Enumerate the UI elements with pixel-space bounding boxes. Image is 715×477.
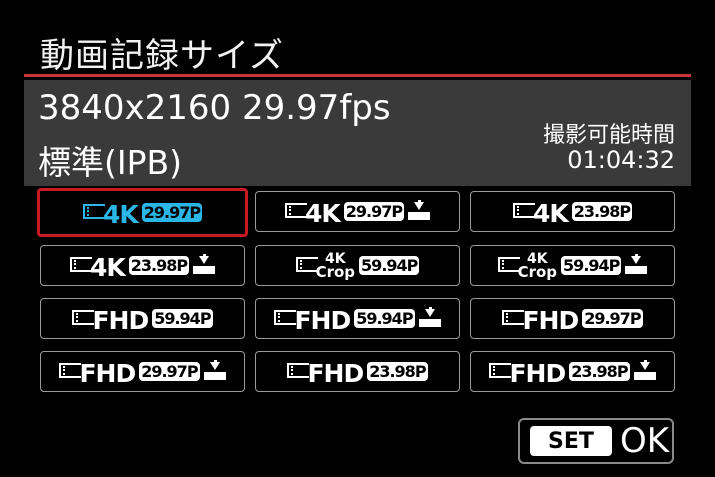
size-option-8[interactable]: FHD 29.97P <box>470 298 675 339</box>
size-label: FHD <box>294 306 351 335</box>
remaining-time-label: 撮影可能時間 <box>542 123 675 148</box>
size-option-9[interactable]: FHD 29.97P <box>40 351 245 392</box>
fps-badge: 23.98P <box>569 361 630 382</box>
size-option-6[interactable]: FHD 59.94P <box>40 298 245 339</box>
size-option-3[interactable]: 4K 23.98P <box>40 245 245 286</box>
movie-frame-icon <box>295 256 322 276</box>
size-label: FHD <box>307 359 364 388</box>
remaining-time-value: 01:04:32 <box>567 146 675 174</box>
download-tray-icon <box>633 359 656 382</box>
fps-badge: 29.97P <box>343 201 405 222</box>
fps-badge: 59.94P <box>152 308 213 329</box>
set-badge: SET <box>530 426 612 456</box>
download-tray-icon <box>625 253 648 276</box>
fps-badge: 59.94P <box>561 255 622 276</box>
movie-frame-icon <box>274 309 300 329</box>
set-ok-button[interactable]: SET OK <box>518 418 674 464</box>
size-label: FHD <box>522 306 579 335</box>
size-option-2[interactable]: 4K 23.98P <box>470 191 675 232</box>
fps-badge: 59.94P <box>359 255 420 276</box>
download-tray-icon <box>408 199 431 222</box>
size-label: FHD <box>92 306 149 335</box>
title-rule <box>24 74 691 77</box>
movie-frame-icon <box>82 203 109 223</box>
size-label: FHD <box>509 359 566 388</box>
movie-frame-icon <box>72 309 98 329</box>
movie-frame-icon <box>59 362 85 382</box>
size-option-10[interactable]: FHD 23.98P <box>255 351 460 392</box>
movie-frame-icon <box>489 362 515 382</box>
movie-frame-icon <box>69 256 96 276</box>
fps-badge: 23.98P <box>571 201 633 222</box>
size-option-7[interactable]: FHD 59.94P <box>255 298 460 339</box>
size-option-4[interactable]: 4K Crop 59.94P <box>255 245 460 286</box>
info-panel: 3840x2160 29.97fps 標準(IPB) 撮影可能時間 01:04:… <box>24 80 691 186</box>
movie-frame-icon <box>512 202 539 222</box>
ok-label: OK <box>620 421 670 461</box>
download-tray-icon <box>193 253 216 276</box>
size-option-0[interactable]: 4K 29.97P <box>37 188 248 237</box>
download-tray-icon <box>418 306 441 329</box>
fps-badge: 29.97P <box>141 202 203 223</box>
fps-badge: 23.98P <box>367 361 428 382</box>
size-option-5[interactable]: 4K Crop 59.94P <box>470 245 675 286</box>
size-option-11[interactable]: FHD 23.98P <box>470 351 675 392</box>
movie-frame-icon <box>497 256 524 276</box>
movie-frame-icon <box>284 202 311 222</box>
size-option-1[interactable]: 4K 29.97P <box>255 191 460 232</box>
resolution-text: 3840x2160 29.97fps <box>38 88 391 128</box>
movie-frame-icon <box>287 362 313 382</box>
movie-frame-icon <box>502 309 528 329</box>
fps-badge: 29.97P <box>139 361 200 382</box>
fps-badge: 29.97P <box>582 308 643 329</box>
download-tray-icon <box>203 359 226 382</box>
quality-text: 標準(IPB) <box>38 143 183 182</box>
fps-badge: 23.98P <box>128 255 190 276</box>
size-label: FHD <box>79 359 136 388</box>
page-title: 動画記録サイズ <box>40 36 284 76</box>
fps-badge: 59.94P <box>354 308 415 329</box>
